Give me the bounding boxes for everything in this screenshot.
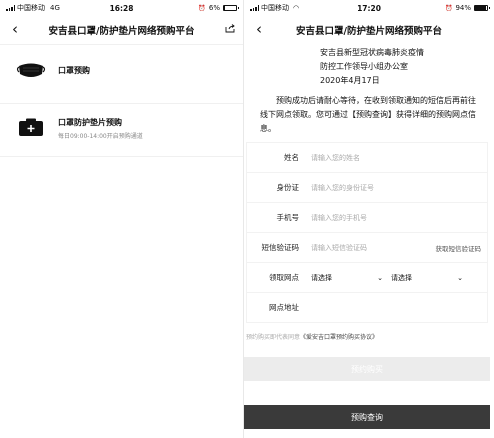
id-input[interactable]: 请输入您的身份证号 [311,183,487,193]
nav-bar: ‹ 安吉县口罩/防护垫片网络预购平台 [244,16,494,44]
name-label: 姓名 [284,153,299,162]
agreement-link[interactable]: 《爱安吉口罩预约购买协议》 [300,334,378,341]
notice-text: 预购成功后请耐心等待，在收到领取通知的短信后再前往线下网点领取。您可通过【预购查… [260,96,476,133]
pickup-label: 领取网点 [269,273,299,282]
phone-label: 手机号 [276,213,300,222]
menu-item-text: 口罩防护垫片预购 每日09:00-14:00开启预购通道 [58,117,143,140]
status-bar: 中国移动 4G 16:28 ⏰ 6% [0,0,243,16]
query-button[interactable]: 预购查询 [244,405,490,429]
address-label: 网点地址 [269,303,299,312]
name-input[interactable]: 请输入您的姓名 [311,153,487,163]
menu-item-pad-preorder[interactable]: 口罩防护垫片预购 每日09:00-14:00开启预购通道 [0,104,243,152]
pickup-select-2[interactable]: 请选择 ⌄ [391,273,471,283]
pickup-row: 领取网点 请选择 ⌄ 请选择 ⌄ [247,263,487,293]
select-value: 请选择 [391,273,412,282]
status-time: 16:28 [109,3,134,13]
issuer-date: 2020年4月17日 [320,76,380,85]
page-title: 安吉县口罩/防护垫片网络预购平台 [296,26,442,37]
mask-icon [16,59,46,81]
notice-block: 安吉县新型冠状病毒肺炎疫情 防控工作领导小组办公室 2020年4月17日 预购成… [244,46,494,136]
menu-item-label: 口罩防护垫片预购 [58,117,122,127]
menu-item-subtitle: 每日09:00-14:00开启预购通道 [58,132,143,140]
share-icon[interactable] [225,24,235,33]
preorder-form: 姓名 请输入您的姓名 身份证 请输入您的身份证号 手机号 请输入您的手机号 短信… [246,142,488,323]
status-time: 17:20 [357,3,381,13]
agreement-text: 预约购买即代表同意《爱安吉口罩预约购买协议》 [246,332,494,341]
agreement-prefix: 预约购买即代表同意 [246,334,301,341]
address-row: 网点地址 [247,293,487,322]
pickup-select-1[interactable]: 请选择 ⌄ [311,273,391,283]
phone-input[interactable]: 请输入您的手机号 [311,213,487,223]
issuer-line: 安吉县新型冠状病毒肺炎疫情 [320,48,424,57]
left-phone-screen: 中国移动 4G 16:28 ⏰ 6% ‹ 安吉县口罩/防护垫片网络预购平台 口罩… [0,0,244,438]
menu-item-label: 口罩预购 [58,65,90,75]
issuer-line: 防控工作领导小组办公室 [320,62,408,71]
battery-icon [474,5,490,11]
plus-box-icon [16,117,46,139]
right-phone-screen: 中国移动 ◠ 17:20 ⏰ 94% ‹ 安吉县口罩/防护垫片网络预购平台 安吉… [244,0,494,438]
nav-bar: ‹ 安吉县口罩/防护垫片网络预购平台 [0,16,243,45]
code-label: 短信验证码 [261,243,300,252]
menu-item-mask-preorder[interactable]: 口罩预购 [0,45,243,95]
phone-row: 手机号 请输入您的手机号 [247,203,487,233]
divider [0,156,243,157]
select-value: 请选择 [311,273,332,282]
code-row: 短信验证码 请输入短信验证码 获取短信验证码 [247,233,487,263]
chevron-down-icon: ⌄ [377,273,383,282]
issuer-block: 安吉县新型冠状病毒肺炎疫情 防控工作领导小组办公室 2020年4月17日 [260,46,478,88]
id-label: 身份证 [276,183,300,192]
back-icon[interactable]: ‹ [252,20,266,38]
id-row: 身份证 请输入您的身份证号 [247,173,487,203]
menu-item-text: 口罩预购 [58,65,90,76]
code-input[interactable]: 请输入短信验证码 [311,243,436,253]
get-code-button[interactable]: 获取短信验证码 [436,243,482,253]
battery-icon [223,5,239,11]
back-icon[interactable]: ‹ [8,20,22,38]
page-title: 安吉县口罩/防护垫片网络预购平台 [48,26,195,37]
name-row: 姓名 请输入您的姓名 [247,143,487,173]
preorder-button[interactable]: 预约购买 [244,357,490,381]
status-bar: 中国移动 ◠ 17:20 ⏰ 94% [244,0,494,16]
chevron-down-icon: ⌄ [457,273,463,282]
